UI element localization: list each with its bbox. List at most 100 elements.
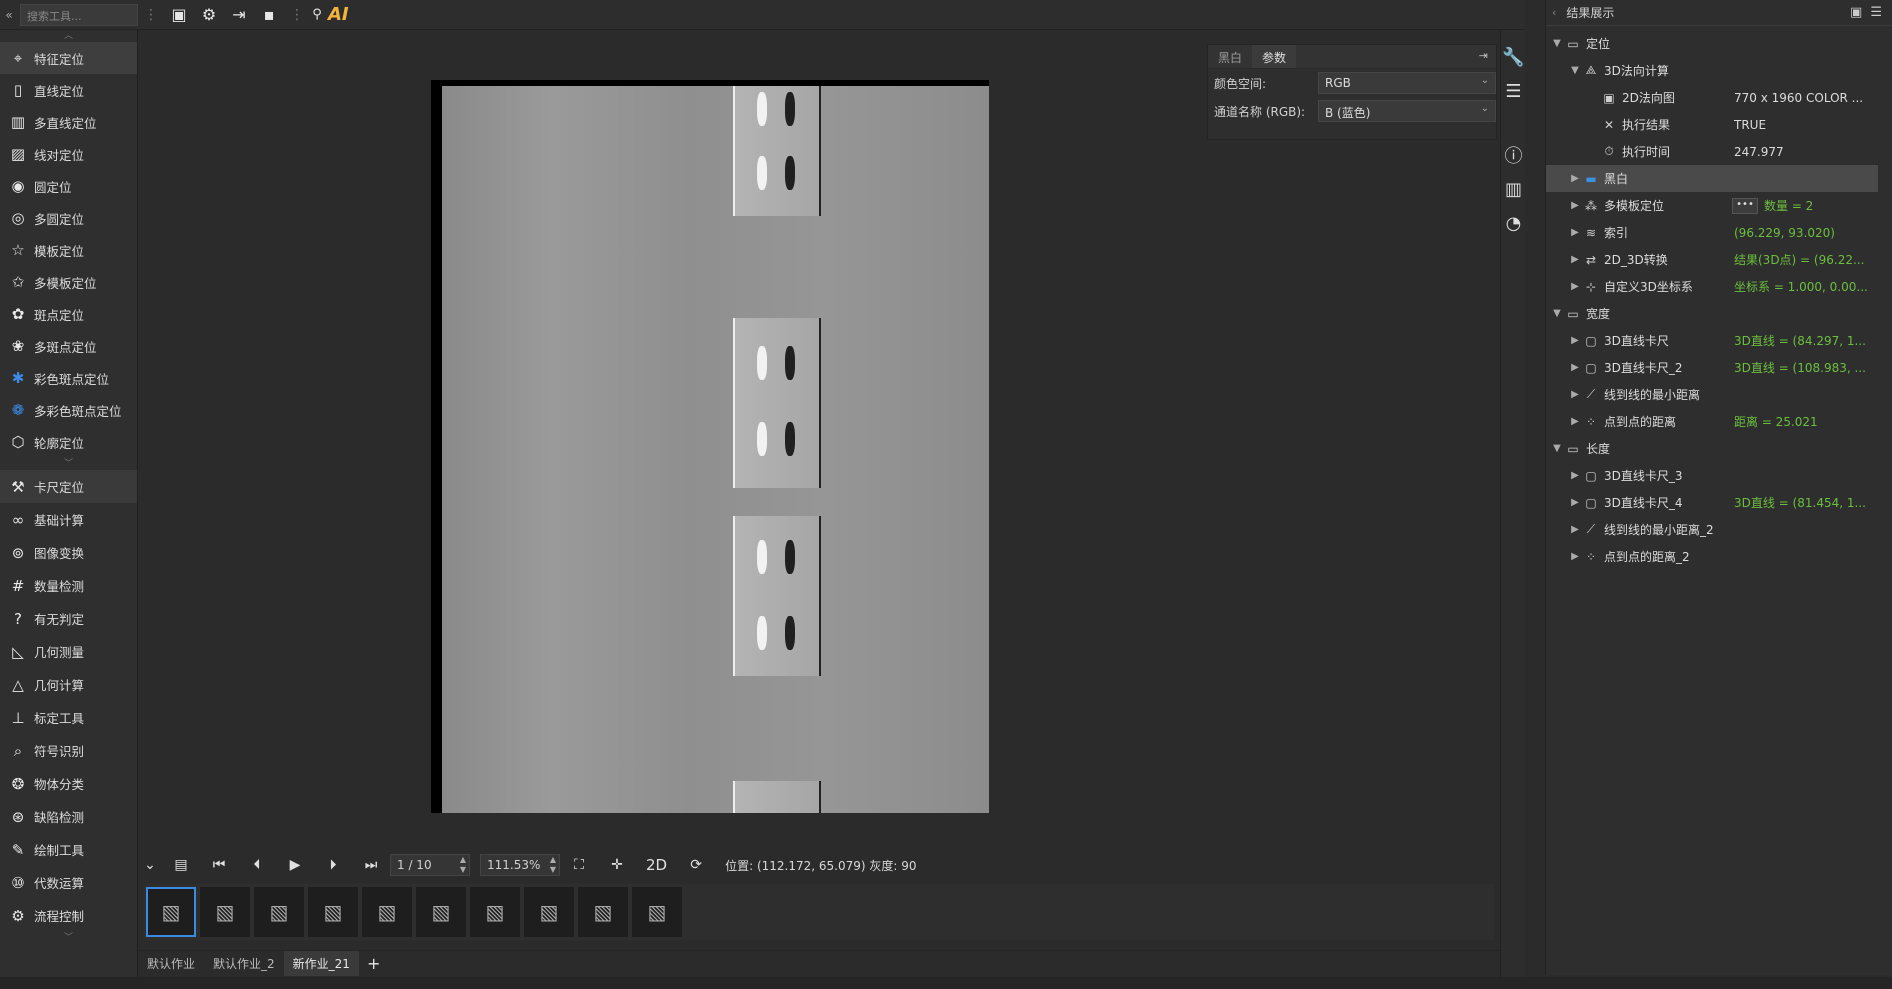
tree-row[interactable]: ▼ ▭ 宽度 bbox=[1546, 300, 1892, 327]
category-item[interactable]: ⑩ 代数运算 bbox=[0, 866, 137, 899]
tree-row[interactable]: ▶ ⟋ 线到线的最小距离 bbox=[1546, 381, 1892, 408]
fit-screen-icon[interactable]: ⛶ bbox=[560, 857, 598, 873]
prev-frame-icon[interactable]: ⏴ bbox=[238, 857, 276, 873]
tool-item[interactable]: ☆ 模板定位 bbox=[0, 234, 137, 266]
image-canvas[interactable]: 黑白 参数 ⇥ 颜色空间: RGB ⌄ 通道名称 (RGB): B (蓝色) ⌄ bbox=[138, 30, 1500, 850]
frame-input[interactable]: 1 / 10 ▲ ▼ bbox=[390, 854, 470, 876]
tool-item[interactable]: ❁ 多彩色斑点定位 bbox=[0, 394, 137, 426]
tree-row[interactable]: ▶ ▢ 3D直线卡尺 3D直线 = (84.297, 1... bbox=[1546, 327, 1892, 354]
collapse-icon[interactable]: ▶ bbox=[1568, 254, 1582, 265]
folder-add-icon[interactable]: ▣ bbox=[1850, 5, 1862, 20]
zoom-input[interactable]: 111.53% ▲ ▼ bbox=[480, 854, 560, 876]
spinner-icon[interactable]: ▲ ▼ bbox=[550, 855, 556, 875]
tool-item[interactable]: ❀ 多斑点定位 bbox=[0, 330, 137, 362]
tool-item[interactable]: ⬡ 轮廓定位 bbox=[0, 426, 137, 458]
category-item[interactable]: ⚒ 卡尺定位 bbox=[0, 470, 137, 503]
ai-button[interactable]: AI bbox=[328, 4, 349, 25]
wrench-icon[interactable]: 🔧 bbox=[1501, 40, 1526, 74]
expand-icon[interactable]: ▼ bbox=[1568, 65, 1582, 76]
tree-row[interactable]: ▶ ⁂ 多模板定位 ••• 数量 = 2 bbox=[1546, 192, 1892, 219]
tool-item[interactable]: ▥ 多直线定位 bbox=[0, 106, 137, 138]
tool-item[interactable]: ◎ 多圆定位 bbox=[0, 202, 137, 234]
tree-row[interactable]: ▶ ⟋ 线到线的最小距离_2 bbox=[1546, 516, 1892, 543]
info-icon[interactable]: ⓘ bbox=[1501, 138, 1526, 172]
expand-icon[interactable]: ▼ bbox=[1550, 443, 1564, 454]
collapse-icon[interactable]: ▶ bbox=[1568, 497, 1582, 508]
scroll-up-icon[interactable]: ︿ bbox=[0, 30, 137, 42]
gallery-icon[interactable]: ▤ bbox=[162, 857, 200, 873]
thumbnail[interactable]: ▧ bbox=[308, 887, 358, 937]
thumbnail[interactable]: ▧ bbox=[632, 887, 682, 937]
tree-row[interactable]: ▶ ⁘ 点到点的距离 距离 = 25.021 bbox=[1546, 408, 1892, 435]
tool-item[interactable]: ◉ 圆定位 bbox=[0, 170, 137, 202]
collapse-icon[interactable]: ▶ bbox=[1568, 227, 1582, 238]
collapse-icon[interactable]: ▶ bbox=[1568, 335, 1582, 346]
collapse-icon[interactable]: ▶ bbox=[1568, 416, 1582, 427]
tool-item[interactable]: ✩ 多模板定位 bbox=[0, 266, 137, 298]
collapse-icon[interactable]: ▶ bbox=[1568, 524, 1582, 535]
category-item[interactable]: ⊚ 图像变换 bbox=[0, 536, 137, 569]
expand-icon[interactable]: ▼ bbox=[1550, 308, 1564, 319]
tree-row[interactable]: ▣ 2D法向图 770 x 1960 COLOR ... bbox=[1546, 84, 1892, 111]
link-icon[interactable]: ⚲ bbox=[310, 2, 324, 28]
category-item[interactable]: ? 有无判定 bbox=[0, 602, 137, 635]
tree-row[interactable]: ✕ 执行结果 TRUE bbox=[1546, 111, 1892, 138]
scroll-down-icon[interactable]: ﹀ bbox=[0, 458, 137, 470]
job-tab[interactable]: 默认作业_2 bbox=[204, 951, 284, 976]
scroll-more-icon[interactable]: ﹀ bbox=[0, 932, 137, 944]
collapse-icon[interactable]: ▶ bbox=[1568, 551, 1582, 562]
tree-row[interactable]: ▶ ⇄ 2D_3D转换 结果(3D点) = (96.22... bbox=[1546, 246, 1892, 273]
list-icon[interactable]: ☰ bbox=[1870, 5, 1882, 20]
tree-row[interactable]: ▼ ▭ 长度 bbox=[1546, 435, 1892, 462]
add-tab-icon[interactable]: + bbox=[359, 954, 388, 973]
category-item[interactable]: ⊥ 标定工具 bbox=[0, 701, 137, 734]
category-item[interactable]: ✎ 绘制工具 bbox=[0, 833, 137, 866]
job-tab[interactable]: 默认作业 bbox=[138, 951, 204, 976]
tree-row[interactable]: ⏱ 执行时间 247.977 bbox=[1546, 138, 1892, 165]
pin-icon[interactable]: ⇥ bbox=[1471, 45, 1496, 68]
thumbnail[interactable]: ▧ bbox=[416, 887, 466, 937]
collapse-icon[interactable]: ▶ bbox=[1568, 470, 1582, 481]
tree-row[interactable]: ▶ ≋ 索引 (96.229, 93.020) bbox=[1546, 219, 1892, 246]
next-frame-icon[interactable]: ⏵ bbox=[314, 857, 352, 873]
collapse-icon[interactable]: ▶ bbox=[1568, 200, 1582, 211]
category-item[interactable]: ⚙ 流程控制 bbox=[0, 899, 137, 932]
thumbnail[interactable]: ▧ bbox=[524, 887, 574, 937]
expand-icon[interactable]: ▼ bbox=[1550, 38, 1564, 49]
collapse-icon[interactable]: ▶ bbox=[1568, 281, 1582, 292]
thumbnail[interactable]: ▧ bbox=[254, 887, 304, 937]
export-icon[interactable]: ⇥ bbox=[224, 2, 254, 28]
tool-item[interactable]: ⌖ 特征定位 bbox=[0, 42, 137, 74]
image-source-icon[interactable]: ▣ bbox=[164, 2, 194, 28]
tab-params[interactable]: 参数 bbox=[1252, 45, 1297, 68]
tab-bw[interactable]: 黑白 bbox=[1208, 45, 1252, 68]
tool-search-input[interactable]: 搜索工具... bbox=[20, 3, 138, 26]
tool-item[interactable]: ▨ 线对定位 bbox=[0, 138, 137, 170]
category-item[interactable]: ⊛ 缺陷检测 bbox=[0, 800, 137, 833]
thumbnail[interactable]: ▧ bbox=[146, 887, 196, 937]
save-icon[interactable]: ▪ bbox=[254, 2, 284, 28]
tree-row[interactable]: ▶ ⁘ 点到点的距离_2 bbox=[1546, 543, 1892, 570]
category-item[interactable]: # 数量检测 bbox=[0, 569, 137, 602]
image-display[interactable] bbox=[431, 80, 989, 813]
collapse-sidebar-icon[interactable]: « bbox=[0, 8, 18, 22]
first-frame-icon[interactable]: ⏮ bbox=[200, 857, 238, 873]
channel-select[interactable]: B (蓝色) ⌄ bbox=[1318, 100, 1496, 122]
view-mode-2d-button[interactable]: 2D bbox=[646, 856, 667, 874]
chart-icon[interactable]: ▥ bbox=[1501, 172, 1526, 206]
thumbnail[interactable]: ▧ bbox=[470, 887, 520, 937]
expand-down-icon[interactable]: ⌄ bbox=[138, 857, 162, 873]
settings-icon[interactable]: ⚙ bbox=[194, 2, 224, 28]
play-icon[interactable]: ▶ bbox=[276, 857, 314, 873]
collapse-icon[interactable]: ▶ bbox=[1568, 173, 1582, 184]
collapse-icon[interactable]: ▶ bbox=[1568, 362, 1582, 373]
tree-row[interactable]: ▼ ▭ 定位 bbox=[1546, 30, 1892, 57]
thumbnail[interactable]: ▧ bbox=[362, 887, 412, 937]
refresh-icon[interactable]: ⟳ bbox=[677, 857, 715, 873]
thumbnail[interactable]: ▧ bbox=[200, 887, 250, 937]
category-item[interactable]: ❂ 物体分类 bbox=[0, 767, 137, 800]
job-tab-active[interactable]: 新作业_21 bbox=[283, 950, 359, 976]
tree-row[interactable]: ▶ ▢ 3D直线卡尺_3 bbox=[1546, 462, 1892, 489]
category-item[interactable]: ◺ 几何测量 bbox=[0, 635, 137, 668]
thumbnail[interactable]: ▧ bbox=[578, 887, 628, 937]
